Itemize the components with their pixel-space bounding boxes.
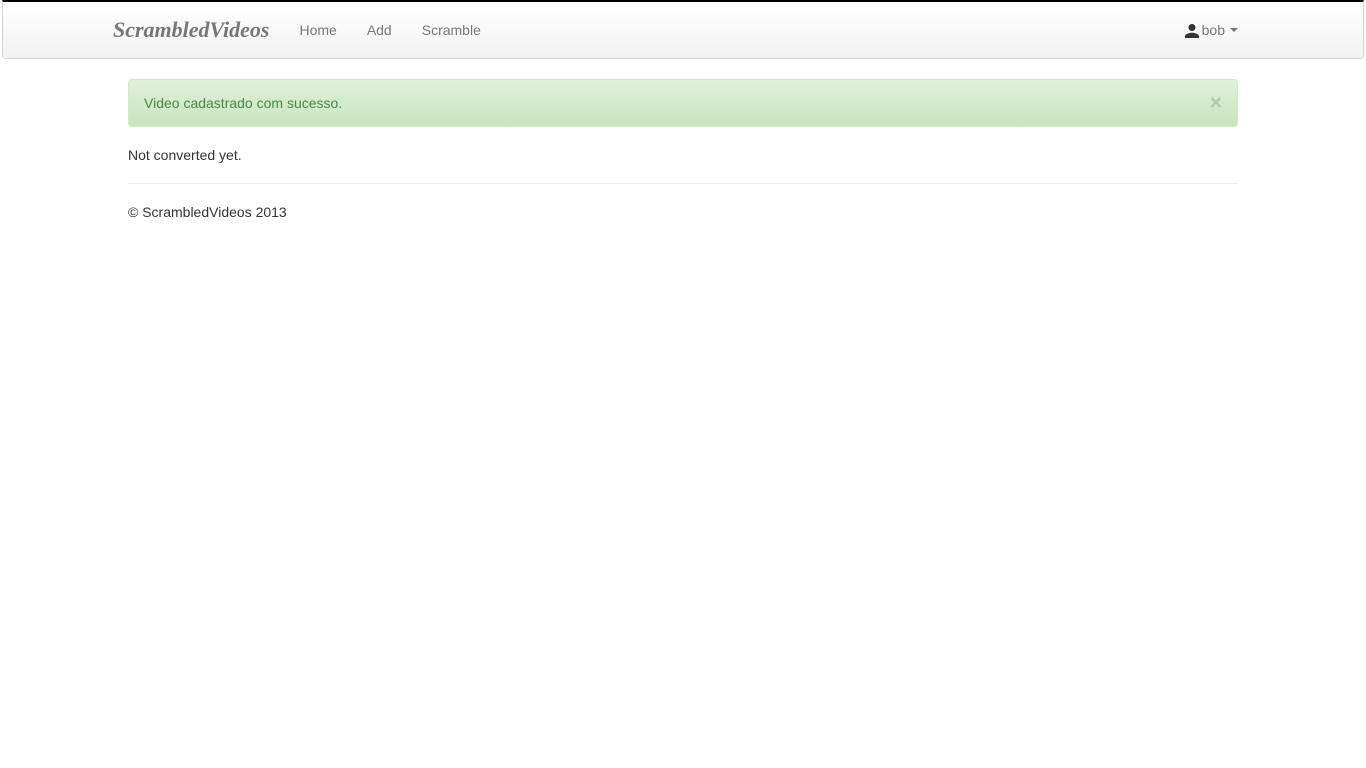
alert-message: Video cadastrado com sucesso. <box>144 95 342 111</box>
conversion-status: Not converted yet. <box>128 147 1238 163</box>
divider <box>128 183 1238 184</box>
brand-link[interactable]: ScrambledVideos <box>113 2 284 58</box>
nav-add[interactable]: Add <box>352 7 407 53</box>
navbar: ScrambledVideos Home Add Scramble bob <box>2 0 1364 59</box>
user-icon <box>1185 22 1199 38</box>
footer: © ScrambledVideos 2013 <box>128 204 1238 220</box>
success-alert: Video cadastrado com sucesso. × <box>128 79 1238 127</box>
caret-down-icon <box>1230 28 1238 32</box>
nav-links: Home Add Scramble <box>284 7 495 53</box>
nav-home[interactable]: Home <box>284 7 351 53</box>
alert-close-button[interactable]: × <box>1210 93 1222 114</box>
nav-scramble[interactable]: Scramble <box>407 7 496 53</box>
main-content: Not converted yet. <box>128 147 1238 163</box>
copyright-text: © ScrambledVideos 2013 <box>128 204 1238 220</box>
user-name: bob <box>1202 22 1225 38</box>
user-dropdown[interactable]: bob <box>1170 7 1253 53</box>
